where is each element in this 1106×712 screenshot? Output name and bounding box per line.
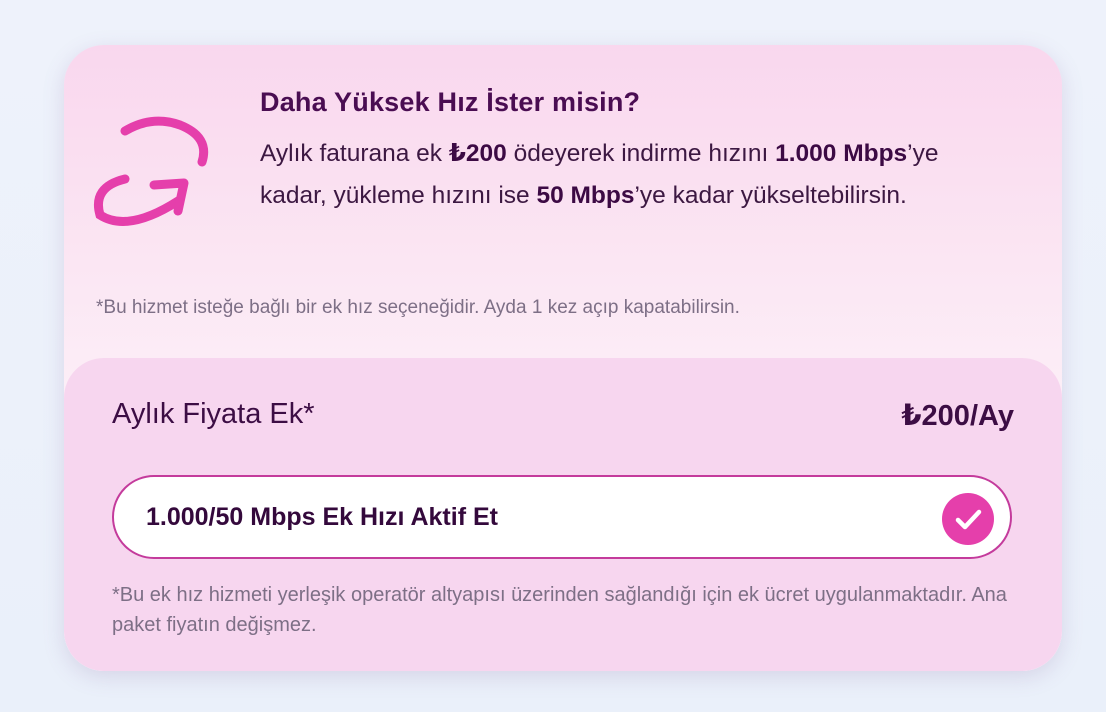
download-speed-highlight: 1.000 Mbps	[775, 140, 908, 167]
price-value: ₺200/Ay	[901, 400, 1014, 432]
speed-upgrade-arrow-icon	[92, 107, 218, 233]
price-label: Aylık Fiyata Ek*	[112, 398, 315, 430]
speed-upgrade-card: Daha Yüksek Hız İster misin? Aylık fatur…	[64, 45, 1062, 671]
activate-speed-toggle[interactable]: 1.000/50 Mbps Ek Hızı Aktif Et	[112, 475, 1012, 559]
promo-note: *Bu hizmet isteğe bağlı bir ek hız seçen…	[96, 297, 740, 318]
promo-title: Daha Yüksek Hız İster misin?	[260, 87, 641, 117]
price-highlight: ₺200	[448, 140, 507, 167]
promo-description: Aylık faturana ek ₺200 ödeyerek indirme …	[260, 140, 939, 209]
footnote: *Bu ek hız hizmeti yerleşik operatör alt…	[112, 584, 1007, 636]
checkmark-icon[interactable]	[942, 493, 994, 545]
upload-speed-highlight: 50 Mbps	[536, 182, 635, 209]
toggle-label: 1.000/50 Mbps Ek Hızı Aktif Et	[146, 503, 498, 531]
promo-section: Daha Yüksek Hız İster misin? Aylık fatur…	[64, 45, 1062, 365]
pricing-section: Aylık Fiyata Ek* ₺200/Ay 1.000/50 Mbps E…	[64, 358, 1062, 671]
